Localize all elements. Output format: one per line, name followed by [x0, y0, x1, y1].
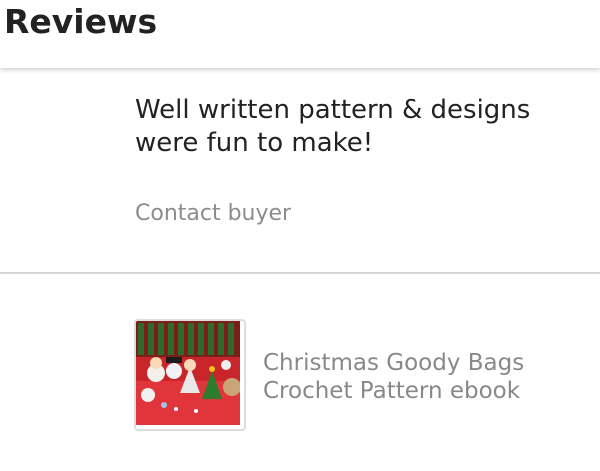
page-title: Reviews	[4, 2, 158, 41]
item-thumbnail[interactable]	[134, 319, 246, 431]
item-title[interactable]: Christmas Goody Bags Crochet Pattern ebo…	[263, 349, 573, 405]
divider	[0, 272, 600, 274]
item-thumbnail-image	[136, 321, 240, 425]
reviewed-item[interactable]: Christmas Goody Bags Crochet Pattern ebo…	[134, 319, 574, 431]
page-header: Reviews	[0, 0, 600, 68]
contact-buyer-link[interactable]: Contact buyer	[135, 200, 291, 228]
review-text: Well written pattern & designs were fun …	[135, 95, 531, 158]
reviews-page: Reviews Well written pattern & designs w…	[0, 0, 600, 471]
